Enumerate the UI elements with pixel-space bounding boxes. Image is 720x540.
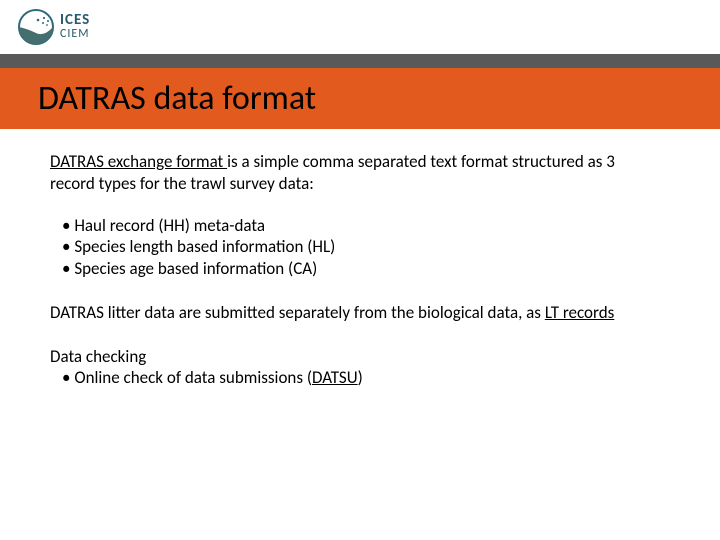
- datsu-link[interactable]: DATSU: [312, 367, 358, 388]
- logo-text-line1: ICES: [60, 13, 90, 28]
- list-item: Haul record (HH) meta-data: [62, 215, 670, 237]
- data-checking-list: Online check of data submissions (DATSU): [62, 367, 670, 389]
- logo-text: ICES CIEM: [60, 13, 90, 41]
- slide: ICES CIEM DATRAS data format DATRAS exch…: [0, 0, 720, 540]
- title-band: DATRAS data format: [0, 68, 720, 129]
- intro-paragraph: DATRAS exchange format is a simple comma…: [50, 151, 660, 195]
- check-item-post: ): [358, 367, 363, 388]
- list-item: Species age based information (CA): [62, 258, 670, 280]
- list-item: Species length based information (HL): [62, 236, 670, 258]
- logo: ICES CIEM: [18, 9, 90, 45]
- record-type-list: Haul record (HH) meta-data Species lengt…: [62, 215, 670, 280]
- ices-logo-icon: [18, 9, 54, 45]
- logo-text-line2: CIEM: [60, 28, 90, 41]
- exchange-format-link[interactable]: DATRAS exchange format: [50, 151, 227, 172]
- litter-pre: DATRAS litter data are submitted separat…: [50, 302, 545, 323]
- list-item: Online check of data submissions (DATSU): [62, 367, 670, 389]
- lt-records-link[interactable]: LT records: [545, 302, 614, 323]
- body-content: DATRAS exchange format is a simple comma…: [0, 129, 720, 389]
- check-item-pre: Online check of data submissions (: [74, 367, 312, 388]
- page-title: DATRAS data format: [38, 78, 720, 119]
- litter-paragraph: DATRAS litter data are submitted separat…: [50, 302, 670, 324]
- header-bar: ICES CIEM: [0, 0, 720, 68]
- data-checking-heading: Data checking: [50, 346, 670, 368]
